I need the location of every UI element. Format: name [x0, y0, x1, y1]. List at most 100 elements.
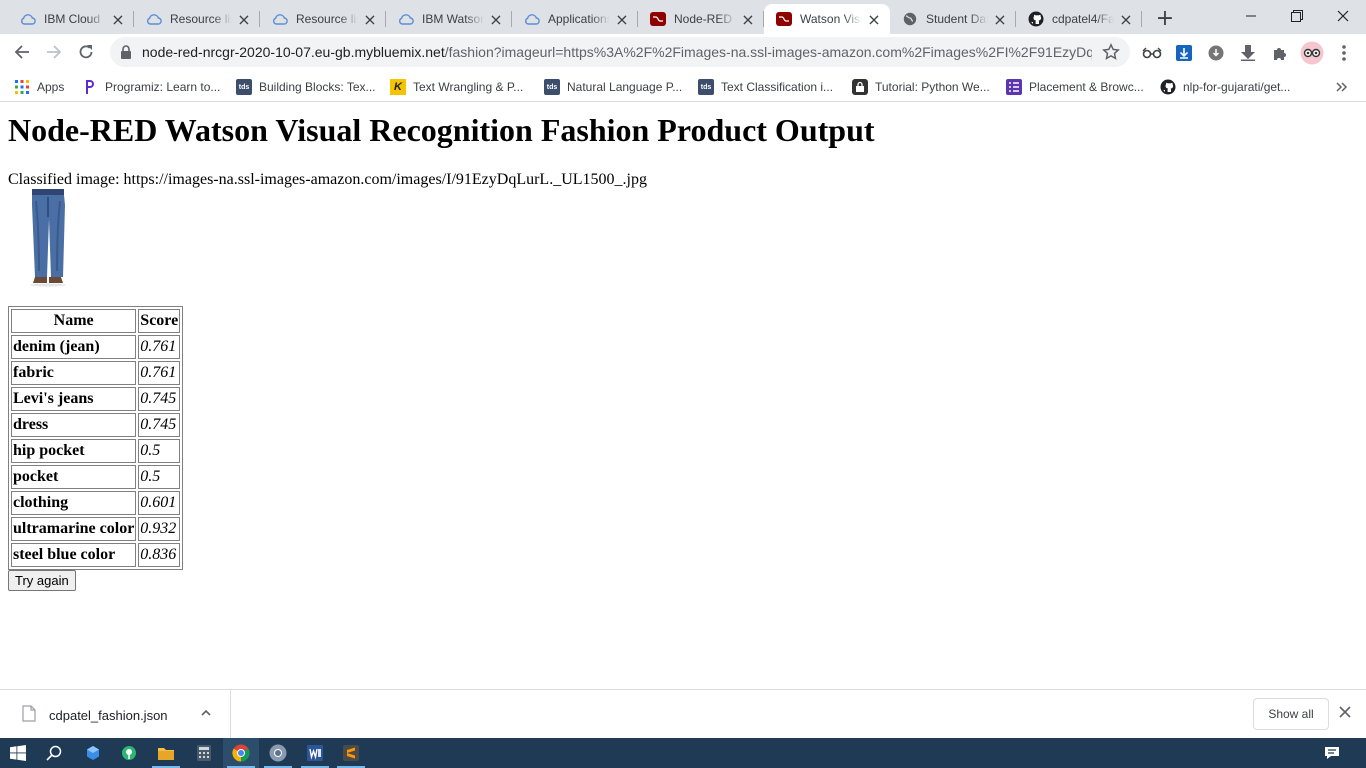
bookmark-programiz[interactable]: Programiz: Learn to...: [82, 76, 220, 98]
bookmark-label: nlp-for-gujarati/get...: [1183, 80, 1291, 94]
result-name: dress: [11, 413, 137, 437]
result-score: 0.761: [138, 361, 181, 385]
forward-button[interactable]: [40, 38, 68, 66]
download-item[interactable]: cdpatel_fashion.json: [0, 690, 231, 738]
result-score: 0.5: [138, 439, 181, 463]
bookmark-building-blocks[interactable]: tds Building Blocks: Tex...: [236, 76, 376, 98]
tab-title: Node-RED: [674, 12, 733, 26]
minimize-button[interactable]: [1228, 0, 1274, 32]
close-tab-icon[interactable]: ×: [488, 10, 504, 29]
windows-start-icon[interactable]: [0, 738, 36, 768]
address-bar[interactable]: node-red-nrcgr-2020-10-07.eu-gb.mybluemi…: [110, 37, 1130, 67]
close-tab-icon[interactable]: ×: [1118, 10, 1134, 29]
node-red-icon: [776, 11, 792, 27]
close-tab-icon[interactable]: ×: [866, 10, 882, 29]
tab-watson-visual[interactable]: Watson Visual ×: [764, 4, 890, 34]
tab-resource-list-1[interactable]: Resource list ×: [134, 4, 260, 34]
bookmark-text-wrangling[interactable]: K Text Wrangling & P...: [390, 76, 523, 98]
bookmark-placement[interactable]: Placement & Browc...: [1006, 76, 1144, 98]
tab-applications[interactable]: Applications ×: [512, 4, 638, 34]
cloud-icon: [146, 11, 162, 27]
list-icon: [1006, 79, 1022, 95]
extensions-puzzle-icon[interactable]: [1268, 41, 1292, 65]
result-name: hip pocket: [11, 439, 137, 463]
new-tab-button[interactable]: +: [1153, 6, 1177, 31]
result-score: 0.932: [138, 517, 181, 541]
bookmark-star-icon[interactable]: [1102, 43, 1120, 66]
close-tab-icon[interactable]: ×: [110, 10, 126, 29]
tab-ibm-cloud[interactable]: IBM Cloud ×: [8, 4, 134, 34]
url-path: /fashion?imageurl=https%3A%2F%2Fimages-n…: [444, 44, 1092, 60]
close-tab-icon[interactable]: ×: [740, 10, 756, 29]
tab-student-data[interactable]: Student Data ×: [890, 4, 1016, 34]
chevron-up-icon[interactable]: [200, 706, 212, 724]
notifications-icon[interactable]: [1314, 738, 1350, 768]
search-icon[interactable]: [36, 738, 72, 768]
close-tab-icon[interactable]: ×: [362, 10, 378, 29]
result-name: steel blue color: [11, 543, 137, 567]
url-host: node-red-nrcgr-2020-10-07.eu-gb.mybluemi…: [142, 44, 445, 60]
tab-ibm-watson[interactable]: IBM Watson ×: [386, 4, 512, 34]
back-button[interactable]: [8, 38, 36, 66]
chrome-alt-icon[interactable]: [260, 738, 296, 768]
downloads-arrow-icon[interactable]: [1236, 41, 1260, 65]
cloud-icon: [524, 11, 540, 27]
bookmark-label: Apps: [37, 80, 65, 94]
try-again-button[interactable]: Try again: [8, 570, 76, 591]
bookmark-tutorial-python[interactable]: Tutorial: Python We...: [852, 76, 990, 98]
tds-icon: tds: [544, 79, 560, 95]
show-all-button[interactable]: Show all: [1253, 698, 1329, 730]
menu-kebab-icon[interactable]: [1332, 41, 1356, 65]
app-cube-icon[interactable]: [75, 738, 111, 768]
bookmark-nlp-gujarati[interactable]: nlp-for-gujarati/get...: [1160, 76, 1290, 98]
bookmarks-overflow-icon[interactable]: [1336, 76, 1348, 98]
chrome-icon[interactable]: [223, 738, 259, 768]
file-explorer-icon[interactable]: [148, 738, 184, 768]
table-row: ultramarine color 0.932: [11, 517, 181, 541]
url-text[interactable]: node-red-nrcgr-2020-10-07.eu-gb.mybluemi…: [142, 44, 1092, 60]
table-row: fabric 0.761: [11, 361, 181, 385]
bookmark-text-classification[interactable]: tds Text Classification i...: [698, 76, 833, 98]
result-score: 0.745: [138, 387, 181, 411]
result-name: ultramarine color: [11, 517, 137, 541]
result-score: 0.5: [138, 465, 181, 489]
table-row: Levi's jeans 0.745: [11, 387, 181, 411]
profile-avatar[interactable]: [1300, 41, 1324, 65]
lock-icon[interactable]: [120, 45, 132, 64]
save-extension-icon[interactable]: [1204, 41, 1228, 65]
tab-title: cdpatel4/Fashion: [1052, 12, 1114, 26]
tab-title: IBM Watson: [422, 12, 484, 26]
bookmark-label: Text Wrangling & P...: [413, 80, 524, 94]
tab-node-red[interactable]: Node-RED ×: [638, 4, 764, 34]
bookmark-label: Tutorial: Python We...: [875, 80, 990, 94]
maps-icon[interactable]: [111, 738, 147, 768]
bookmark-natural-language[interactable]: tds Natural Language P...: [544, 76, 682, 98]
result-score: 0.745: [138, 413, 181, 437]
bookmark-apps[interactable]: Apps: [14, 76, 64, 98]
cloud-icon: [20, 11, 36, 27]
tab-resource-list-2[interactable]: Resource list ×: [260, 4, 386, 34]
download-extension-icon[interactable]: [1172, 41, 1196, 65]
close-tab-icon[interactable]: ×: [236, 10, 252, 29]
close-window-button[interactable]: [1320, 0, 1366, 32]
restore-button[interactable]: [1274, 0, 1320, 32]
tab-title: Resource list: [296, 12, 358, 26]
tab-github-fashion[interactable]: cdpatel4/Fashion ×: [1016, 4, 1142, 34]
sublime-icon[interactable]: [333, 738, 369, 768]
calculator-icon[interactable]: [186, 738, 222, 768]
tds-icon: tds: [698, 79, 714, 95]
tds-icon: tds: [236, 79, 252, 95]
result-name: fabric: [11, 361, 137, 385]
reload-button[interactable]: [72, 38, 100, 66]
lock-icon: [852, 79, 868, 95]
bookmark-label: Text Classification i...: [721, 80, 834, 94]
close-shelf-icon[interactable]: [1338, 705, 1352, 724]
word-icon[interactable]: [297, 738, 333, 768]
cloud-icon: [398, 11, 414, 27]
tab-title: Applications: [548, 12, 610, 26]
bookmark-label: Building Blocks: Tex...: [259, 80, 376, 94]
close-tab-icon[interactable]: ×: [992, 10, 1008, 29]
reading-glasses-icon[interactable]: [1140, 41, 1164, 65]
results-table: Name Score denim (jean) 0.761 fabric 0.761…: [8, 306, 184, 570]
close-tab-icon[interactable]: ×: [614, 10, 630, 29]
